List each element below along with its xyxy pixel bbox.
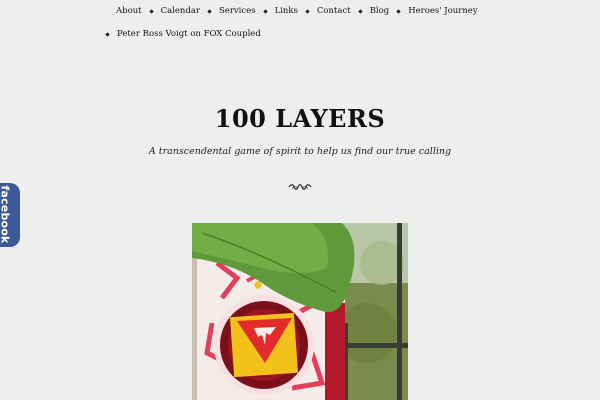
nav-item-services: Services xyxy=(200,0,256,23)
main-navigation: About Calendar Services Links Contact Bl… xyxy=(104,0,504,46)
nav-item-contact: Contact xyxy=(298,0,351,23)
nav-item-about: About xyxy=(104,0,142,23)
nav-row-secondary: Peter Ross Voigt on FOX Coupled xyxy=(104,23,504,46)
facebook-tab-label: facebook xyxy=(0,185,12,244)
nav-separator-icon xyxy=(305,9,310,14)
nav-item-fox-coupled: Peter Ross Voigt on FOX Coupled xyxy=(104,23,261,46)
nav-item-links: Links xyxy=(256,0,298,23)
nav-separator-icon xyxy=(148,9,154,14)
nav-item-calendar: Calendar xyxy=(142,0,200,23)
nav-link-services[interactable]: Services xyxy=(219,0,256,23)
nav-link-blog[interactable]: Blog xyxy=(370,0,390,23)
nav-item-heroes-journey: Heroes' Journey xyxy=(389,0,478,23)
featured-image[interactable] xyxy=(192,223,408,400)
nav-separator-icon xyxy=(358,9,363,14)
nav-row-primary: About Calendar Services Links Contact Bl… xyxy=(104,0,504,23)
chakra-stained-glass-image xyxy=(192,223,408,400)
nav-item-blog: Blog xyxy=(351,0,390,23)
nav-link-heroes-journey[interactable]: Heroes' Journey xyxy=(408,0,477,23)
nav-separator-icon xyxy=(262,9,268,14)
site-description: A transcendental game of spirit to help … xyxy=(148,146,452,157)
facebook-tab-button[interactable]: facebook xyxy=(0,183,20,247)
nav-link-about[interactable]: About xyxy=(116,0,142,23)
nav-separator-icon xyxy=(207,9,212,14)
nav-link-links[interactable]: Links xyxy=(275,0,298,23)
nav-link-contact[interactable]: Contact xyxy=(317,0,351,23)
flourish-divider-icon xyxy=(288,184,312,190)
site-title[interactable]: 100 LAYERS xyxy=(0,104,600,133)
nav-link-fox-coupled[interactable]: Peter Ross Voigt on FOX Coupled xyxy=(117,23,261,46)
nav-separator-icon xyxy=(396,9,401,14)
nav-separator-icon xyxy=(105,32,110,37)
nav-link-calendar[interactable]: Calendar xyxy=(161,0,200,23)
